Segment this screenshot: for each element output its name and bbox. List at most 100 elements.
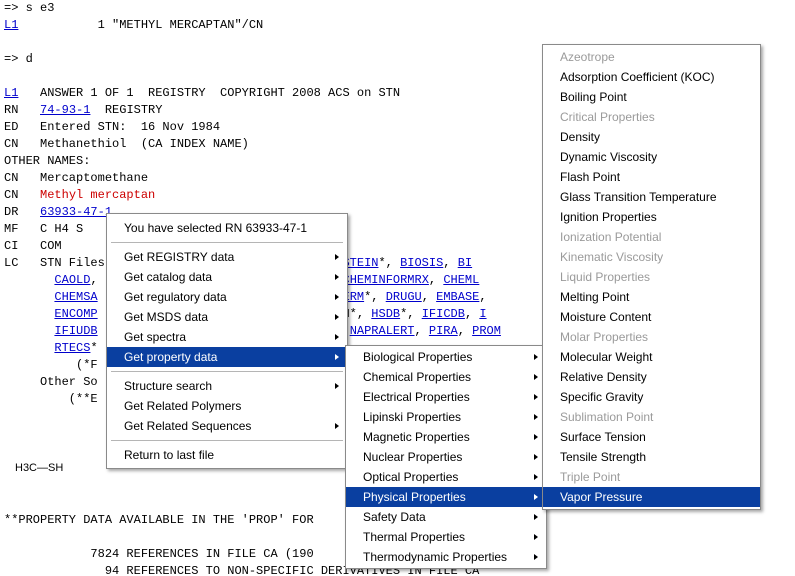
property-item-biological-properties[interactable]: Biological Properties <box>346 347 546 367</box>
physical-item-triple-point: Triple Point <box>543 467 760 487</box>
menu-item-label: Glass Transition Temperature <box>560 190 717 204</box>
menu-item-label: Get spectra <box>124 330 187 344</box>
submenu-arrow-icon <box>534 494 538 500</box>
physical-item-azeotrope: Azeotrope <box>543 47 760 67</box>
menu-item-label: Magnetic Properties <box>363 430 470 444</box>
physical-item-dynamic-viscosity[interactable]: Dynamic Viscosity <box>543 147 760 167</box>
menu-item-label: Biological Properties <box>363 350 473 364</box>
terminal-link-cheml[interactable]: CHEML <box>443 273 479 287</box>
terminal-link-biosis[interactable]: BIOSIS <box>400 256 443 270</box>
terminal-text: , <box>414 324 429 338</box>
menu-item-get-msds-data[interactable]: Get MSDS data <box>107 307 347 327</box>
physical-item-boiling-point[interactable]: Boiling Point <box>543 87 760 107</box>
terminal-text: , <box>443 256 458 270</box>
menu-item-label: Triple Point <box>560 470 621 484</box>
menu-item-label: Flash Point <box>560 170 621 184</box>
terminal-link-bi[interactable]: BI <box>458 256 472 270</box>
terminal-text: => s e3 <box>4 1 55 15</box>
terminal-link-ifiudb[interactable]: IFIUDB <box>54 324 97 338</box>
physical-item-density[interactable]: Density <box>543 127 760 147</box>
menu-item-get-registry-data[interactable]: Get REGISTRY data <box>107 247 347 267</box>
terminal-link-i[interactable]: I <box>479 307 486 321</box>
property-item-chemical-properties[interactable]: Chemical Properties <box>346 367 546 387</box>
terminal-text: REGISTRY <box>90 103 163 117</box>
menu-item-get-related-sequences[interactable]: Get Related Sequences <box>107 416 347 436</box>
physical-properties-submenu: Azeotrope Adsorption Coefficient (KOC) Boi… <box>542 44 761 510</box>
terminal-line: L1 ANSWER 1 OF 1 REGISTRY COPYRIGHT 2008… <box>4 85 400 102</box>
terminal-link-encomp[interactable]: ENCOMP <box>54 307 97 321</box>
menu-item-get-related-polymers[interactable]: Get Related Polymers <box>107 396 347 416</box>
menu-item-label: Get catalog data <box>124 270 213 284</box>
submenu-arrow-icon <box>534 354 538 360</box>
menu-item-get-property-data[interactable]: Get property data <box>107 347 347 367</box>
terminal-link-74-93-1[interactable]: 74-93-1 <box>40 103 90 117</box>
submenu-arrow-icon <box>534 374 538 380</box>
menu-item-label: Dynamic Viscosity <box>560 150 658 164</box>
menu-item-get-catalog-data[interactable]: Get catalog data <box>107 267 347 287</box>
property-item-thermal-properties[interactable]: Thermal Properties <box>346 527 546 547</box>
menu-item-structure-search[interactable]: Structure search <box>107 376 347 396</box>
terminal-link-cheminformrx[interactable]: CHEMINFORMRX <box>343 273 429 287</box>
menu-item-label: Thermodynamic Properties <box>363 550 508 564</box>
property-item-electrical-properties[interactable]: Electrical Properties <box>346 387 546 407</box>
terminal-text: * <box>90 341 98 355</box>
physical-item-surface-tension[interactable]: Surface Tension <box>543 427 760 447</box>
terminal-line: **PROPERTY DATA AVAILABLE IN THE 'PROP' … <box>4 513 314 527</box>
terminal-text: *, <box>400 307 422 321</box>
menu-item-label: Get property data <box>124 350 218 364</box>
physical-item-molecular-weight[interactable]: Molecular Weight <box>543 347 760 367</box>
property-item-safety-data[interactable]: Safety Data <box>346 507 546 527</box>
menu-item-label: Tensile Strength <box>560 450 647 464</box>
menu-item-return-to-last-file[interactable]: Return to last file <box>107 445 347 465</box>
terminal-text: , <box>457 324 473 338</box>
physical-item-ignition-properties[interactable]: Ignition Properties <box>543 207 760 227</box>
terminal-link-rtecs[interactable]: RTECS <box>54 341 90 355</box>
terminal-line: OTHER NAMES: <box>4 153 90 170</box>
physical-item-vapor-pressure[interactable]: Vapor Pressure <box>543 487 760 507</box>
submenu-arrow-icon <box>534 514 538 520</box>
property-item-lipinski-properties[interactable]: Lipinski Properties <box>346 407 546 427</box>
terminal-link-prom[interactable]: PROM <box>472 324 501 338</box>
terminal-link-63933-47-1[interactable]: 63933-47-1 <box>40 205 112 219</box>
terminal-text: *, <box>378 256 401 270</box>
submenu-arrow-icon <box>534 554 538 560</box>
physical-item-flash-point[interactable]: Flash Point <box>543 167 760 187</box>
submenu-arrow-icon <box>335 254 339 260</box>
physical-item-specific-gravity[interactable]: Specific Gravity <box>543 387 760 407</box>
menu-item-label: Get Related Polymers <box>124 399 242 413</box>
physical-item-adsorption-coefficient-koc[interactable]: Adsorption Coefficient (KOC) <box>543 67 760 87</box>
physical-item-molar-properties: Molar Properties <box>543 327 760 347</box>
terminal-link-l1[interactable]: L1 <box>4 86 18 100</box>
terminal-line: => s e3 <box>4 0 54 17</box>
property-item-physical-properties[interactable]: Physical Properties <box>346 487 546 507</box>
submenu-arrow-icon <box>534 394 538 400</box>
property-item-magnetic-properties[interactable]: Magnetic Properties <box>346 427 546 447</box>
terminal-link-hsdb[interactable]: HSDB <box>371 307 400 321</box>
property-item-thermodynamic-properties[interactable]: Thermodynamic Properties <box>346 547 546 567</box>
submenu-arrow-icon <box>335 314 339 320</box>
terminal-link-caold[interactable]: CAOLD <box>54 273 90 287</box>
property-item-nuclear-properties[interactable]: Nuclear Properties <box>346 447 546 467</box>
terminal-link-napralert[interactable]: NAPRALERT <box>350 324 415 338</box>
menu-item-get-spectra[interactable]: Get spectra <box>107 327 347 347</box>
menu-item-get-regulatory-data[interactable]: Get regulatory data <box>107 287 347 307</box>
physical-item-glass-transition-temperature[interactable]: Glass Transition Temperature <box>543 187 760 207</box>
physical-item-relative-density[interactable]: Relative Density <box>543 367 760 387</box>
physical-item-melting-point[interactable]: Melting Point <box>543 287 760 307</box>
terminal-link-l1[interactable]: L1 <box>4 18 18 32</box>
physical-item-tensile-strength[interactable]: Tensile Strength <box>543 447 760 467</box>
menu-item-label: Kinematic Viscosity <box>560 250 664 264</box>
terminal-link-pira[interactable]: PIRA <box>429 324 458 338</box>
terminal-link-ificdb[interactable]: IFICDB <box>422 307 465 321</box>
physical-item-moisture-content[interactable]: Moisture Content <box>543 307 760 327</box>
terminal-text: *, <box>364 290 386 304</box>
terminal-line: CI COM <box>4 238 62 255</box>
menu-item-label: Relative Density <box>560 370 647 384</box>
menu-item-label: Moisture Content <box>560 310 652 324</box>
terminal-link-chemsa[interactable]: CHEMSA <box>54 290 97 304</box>
terminal-link-drugu[interactable]: DRUGU <box>386 290 422 304</box>
property-item-optical-properties[interactable]: Optical Properties <box>346 467 546 487</box>
menu-item-label: Nuclear Properties <box>363 450 463 464</box>
terminal-link-embase[interactable]: EMBASE <box>436 290 479 304</box>
